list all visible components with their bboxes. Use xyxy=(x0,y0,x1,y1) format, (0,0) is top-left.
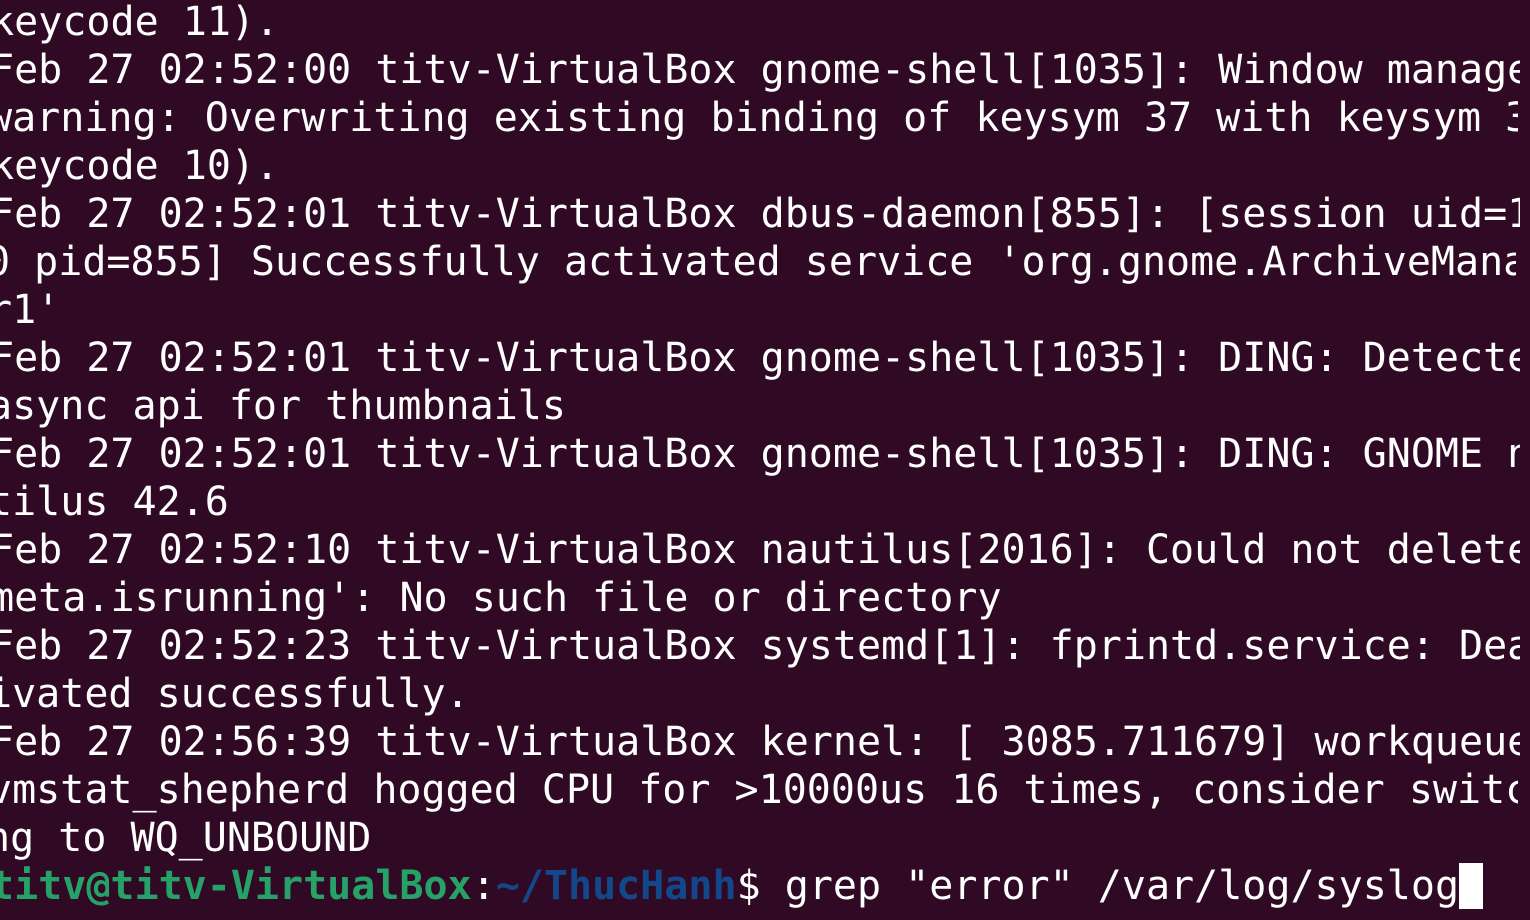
text-cursor xyxy=(1459,863,1484,909)
output-line: keycode 11). xyxy=(0,0,280,45)
output-line: Feb 27 02:52:00 titv-VirtualBox gnome-sh… xyxy=(0,47,1520,93)
output-line: meta.isrunning': No such file or directo… xyxy=(0,575,1002,621)
output-line: Feb 27 02:52:01 titv-VirtualBox gnome-sh… xyxy=(0,335,1520,381)
prompt-user-host: titv@titv-VirtualBox xyxy=(0,863,472,909)
output-line: ivated successfully. xyxy=(0,671,470,717)
output-line: Feb 27 02:56:39 titv-VirtualBox kernel: … xyxy=(0,719,1520,765)
output-line: warning: Overwriting existing binding of… xyxy=(0,95,1518,141)
output-line: async api for thumbnails xyxy=(0,383,566,429)
command-input[interactable]: grep "error" /var/log/syslog xyxy=(761,863,1459,909)
output-line: keycode 10). xyxy=(0,143,280,189)
output-line: Feb 27 02:52:23 titv-VirtualBox systemd[… xyxy=(0,623,1520,669)
terminal-window[interactable]: keycode 11). Feb 27 02:52:00 titv-Virtua… xyxy=(0,0,1530,920)
output-line: r1' xyxy=(0,287,61,333)
output-line: Feb 27 02:52:10 titv-VirtualBox nautilus… xyxy=(0,527,1520,573)
output-line: tilus 42.6 xyxy=(0,479,229,525)
output-line: 0 pid=855] Successfully activated servic… xyxy=(0,239,1516,285)
prompt-separator: : xyxy=(471,863,496,909)
output-line: Feb 27 02:52:01 titv-VirtualBox gnome-sh… xyxy=(0,431,1520,477)
command-prompt[interactable]: titv@titv-VirtualBox:~/ThucHanh$ grep "e… xyxy=(0,862,1520,910)
output-line: ng to WQ_UNBOUND xyxy=(0,815,372,861)
prompt-path: ~/ThucHanh xyxy=(495,863,737,909)
prompt-symbol: $ xyxy=(736,863,761,909)
output-line: vmstat_shepherd hogged CPU for >10000us … xyxy=(0,767,1518,813)
output-line: Feb 27 02:52:01 titv-VirtualBox dbus-dae… xyxy=(0,191,1520,237)
